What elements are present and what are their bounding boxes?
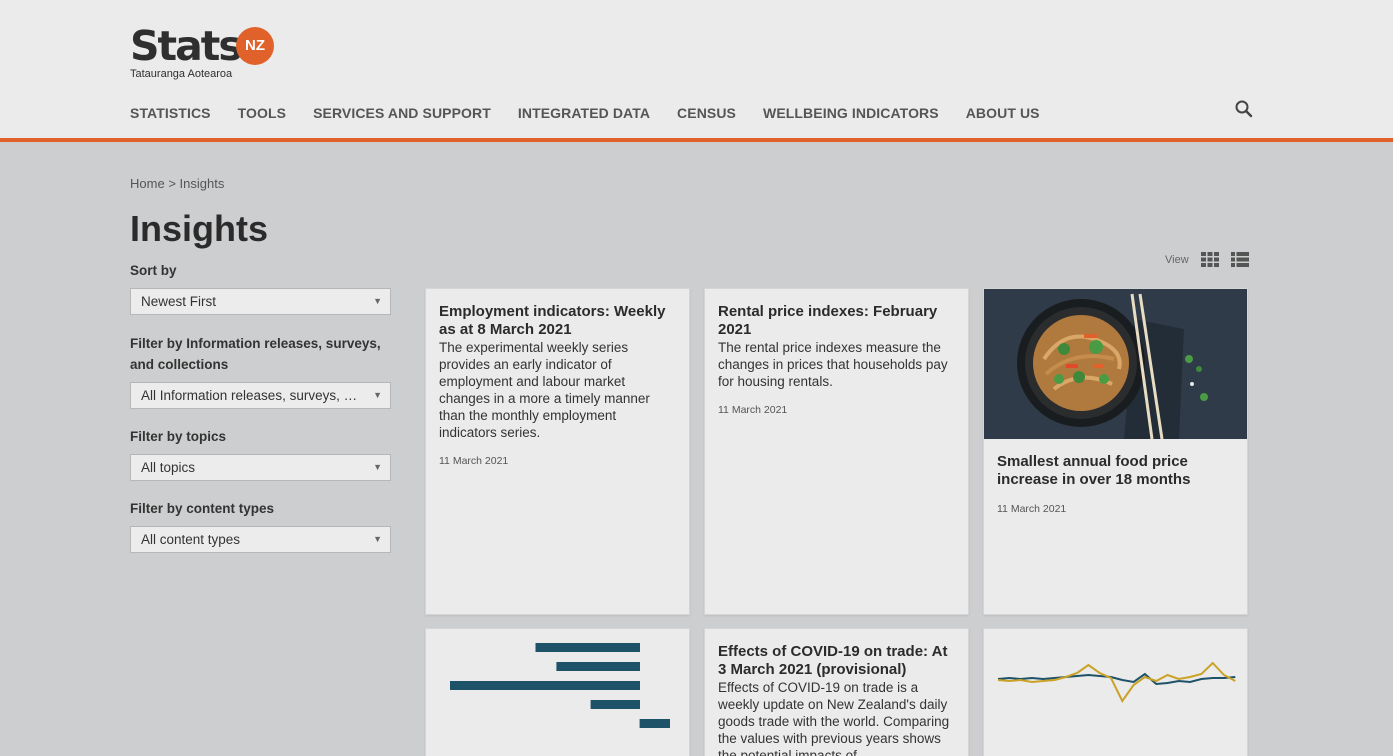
insight-card[interactable]: Rental price indexes: February 2021 The … [704, 288, 969, 615]
insight-card[interactable]: Employment indicators: Weekly as at 8 Ma… [425, 288, 690, 615]
insight-card[interactable]: Effects of COVID-19 on trade: At 3 March… [704, 628, 969, 756]
nav-item-census[interactable]: CENSUS [677, 105, 736, 121]
card-date: 11 March 2021 [718, 404, 788, 416]
list-view-icon[interactable] [1231, 252, 1249, 267]
card-title: Employment indicators: Weekly as at 8 Ma… [439, 303, 666, 338]
noodle-bowl-image [984, 289, 1247, 440]
thumbnail-series-line [997, 661, 1236, 703]
nav-item-integrated-data[interactable]: INTEGRATED DATA [518, 105, 650, 121]
topics-filter-select[interactable]: All topics ▼ [130, 454, 391, 481]
dropdown-arrow-icon: ▼ [373, 296, 382, 306]
line-chart-thumbnail [997, 661, 1236, 703]
card-title: Rental price indexes: February 2021 [718, 303, 938, 338]
logo-wordmark: Stats [130, 22, 243, 70]
horizontal-bar-chart-thumbnail [450, 643, 670, 728]
nav-item-about-us[interactable]: ABOUT US [966, 105, 1040, 121]
sort-label: Sort by [130, 263, 177, 278]
main-nav: STATISTICS TOOLS SERVICES AND SUPPORT IN… [130, 105, 1067, 121]
releases-filter-label: Filter by Information releases, surveys,… [130, 336, 381, 372]
insight-card[interactable] [983, 628, 1248, 756]
nav-item-wellbeing-indicators[interactable]: WELLBEING INDICATORS [763, 105, 939, 121]
logo-badge: NZ [236, 27, 274, 65]
card-description: The rental price indexes measure the cha… [718, 340, 948, 389]
dropdown-arrow-icon: ▼ [373, 534, 382, 544]
sort-select[interactable]: Newest First ▼ [130, 288, 391, 315]
page-title: Insights [130, 208, 269, 249]
thumbnail-bar [450, 681, 640, 690]
card-description: The experimental weekly series provides … [439, 340, 650, 440]
card-date: 11 March 2021 [997, 503, 1067, 515]
logo-tagline: Tatauranga Aotearoa [130, 68, 233, 80]
site-header: Stats NZ Tatauranga Aotearoa STATISTICS … [0, 0, 1393, 142]
topics-filter-value: All topics [141, 460, 196, 475]
grid-view-icon[interactable] [1201, 252, 1219, 267]
content-filter-value: All content types [141, 532, 241, 547]
thumbnail-bar [556, 662, 640, 671]
content-filter-label: Filter by content types [130, 501, 275, 516]
insight-card[interactable] [425, 628, 690, 756]
breadcrumb-home-link[interactable]: Home [130, 176, 165, 191]
insight-card[interactable]: Smallest annual food price increase in o… [983, 288, 1248, 615]
topics-filter-label: Filter by topics [130, 429, 227, 444]
dropdown-arrow-icon: ▼ [373, 462, 382, 472]
thumbnail-bar [590, 700, 640, 709]
card-title: Smallest annual food price increase in o… [997, 453, 1191, 488]
nav-item-tools[interactable]: TOOLS [238, 105, 286, 121]
search-icon[interactable] [1234, 99, 1254, 119]
dropdown-arrow-icon: ▼ [373, 390, 382, 400]
stats-nz-logo[interactable]: Stats NZ Tatauranga Aotearoa [130, 22, 280, 82]
content-filter-select[interactable]: All content types ▼ [130, 526, 391, 553]
breadcrumb-current: Insights [179, 176, 225, 191]
breadcrumb-separator: > [168, 176, 176, 191]
card-date: 11 March 2021 [439, 455, 509, 467]
releases-filter-select[interactable]: All Information releases, surveys, a... … [130, 382, 391, 409]
nav-item-statistics[interactable]: STATISTICS [130, 105, 211, 121]
card-title: Effects of COVID-19 on trade: At 3 March… [718, 643, 948, 678]
nav-item-services-and-support[interactable]: SERVICES AND SUPPORT [313, 105, 491, 121]
thumbnail-bar [639, 719, 670, 728]
card-description: Effects of COVID-19 on trade is a weekly… [718, 680, 950, 756]
view-label: View [1165, 254, 1189, 266]
sort-select-value: Newest First [141, 294, 217, 309]
breadcrumb: Home > Insights [130, 176, 224, 191]
releases-filter-value: All Information releases, surveys, a... [141, 388, 363, 403]
thumbnail-bar [535, 643, 640, 652]
